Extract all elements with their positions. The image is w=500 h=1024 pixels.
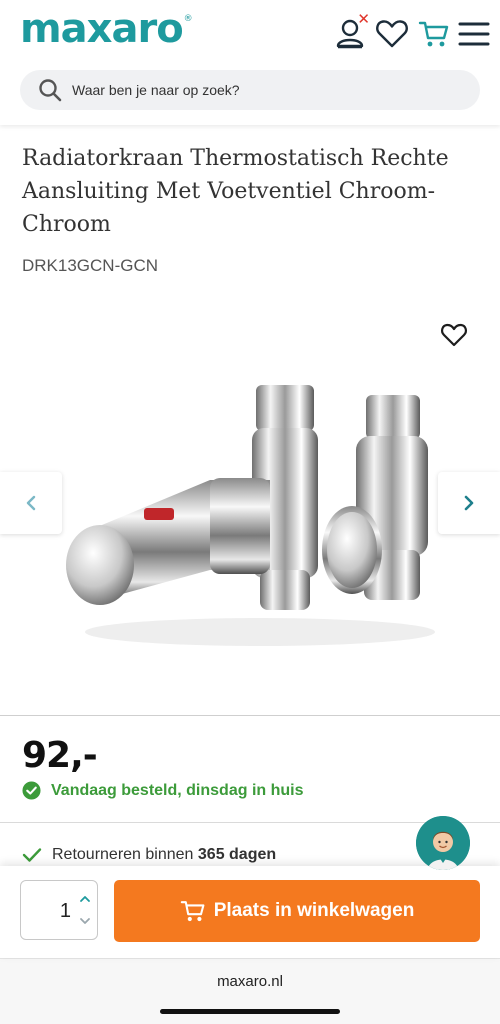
maxaro-logo[interactable]: maxaro ®: [20, 6, 193, 52]
logo-text: maxaro: [20, 6, 184, 52]
quantity-stepper[interactable]: 1: [20, 880, 98, 940]
delivery-text: Vandaag besteld, dinsdag in huis: [51, 781, 304, 799]
chevron-left-icon: [26, 495, 36, 511]
product-sku: DRK13GCN-GCN: [22, 256, 159, 275]
check-icon: [22, 848, 42, 862]
chevron-up-icon: [80, 896, 90, 902]
cart-icon: [418, 21, 449, 47]
logo-registered-mark: ®: [183, 14, 193, 24]
browser-address-bar: maxaro.nl: [0, 958, 500, 1024]
heart-outline-icon: [441, 323, 467, 347]
quantity-increase-button[interactable]: [77, 891, 93, 907]
add-to-cart-bar: 1 Plaats in winkelwagen: [0, 866, 500, 958]
wishlist-button[interactable]: [370, 12, 414, 56]
add-to-cart-button[interactable]: Plaats in winkelwagen: [114, 880, 480, 942]
support-avatar-icon: [416, 816, 470, 870]
add-to-wishlist-button[interactable]: [440, 322, 468, 350]
returns-text: Retourneren binnen 365 dagen: [52, 846, 276, 864]
quantity-value[interactable]: 1: [21, 881, 71, 941]
search-placeholder: Waar ben je naar op zoek?: [72, 82, 240, 98]
site-header: maxaro ® ✕ Waar ben je naar op zoek?: [0, 0, 500, 125]
product-price: 92,-: [22, 735, 98, 776]
image-next-button[interactable]: [438, 472, 500, 534]
returns-days: 365 dagen: [197, 846, 277, 863]
add-to-cart-label: Plaats in winkelwagen: [213, 900, 415, 921]
search-icon: [39, 79, 62, 102]
check-circle-icon: [22, 781, 41, 800]
chevron-right-icon: [464, 495, 474, 511]
heart-icon: [376, 20, 408, 48]
product-image[interactable]: [60, 370, 450, 650]
section-divider: [0, 715, 500, 716]
product-title: Radiatorkraan Thermostatisch Rechte Aans…: [22, 146, 449, 237]
menu-icon: [458, 22, 490, 46]
customer-service-chat-button[interactable]: [416, 816, 470, 870]
account-status-mark: ✕: [357, 11, 370, 28]
quantity-decrease-button[interactable]: [77, 913, 93, 929]
chevron-down-icon: [80, 918, 90, 924]
cart-icon: [180, 901, 205, 922]
account-button[interactable]: ✕: [328, 11, 372, 56]
product-page: maxaro ® ✕ Waar ben je naar op zoek? Rad…: [0, 0, 500, 1024]
search-bar[interactable]: Waar ben je naar op zoek?: [20, 70, 480, 110]
home-indicator[interactable]: [160, 1009, 340, 1014]
cart-button[interactable]: [412, 12, 456, 56]
browser-url[interactable]: maxaro.nl: [0, 973, 500, 990]
menu-button[interactable]: [452, 12, 496, 56]
returns-prefix: Retourneren binnen: [52, 846, 194, 863]
delivery-info: Vandaag besteld, dinsdag in huis: [22, 781, 304, 800]
image-prev-button[interactable]: [0, 472, 62, 534]
returns-info: Retourneren binnen 365 dagen: [22, 846, 276, 864]
